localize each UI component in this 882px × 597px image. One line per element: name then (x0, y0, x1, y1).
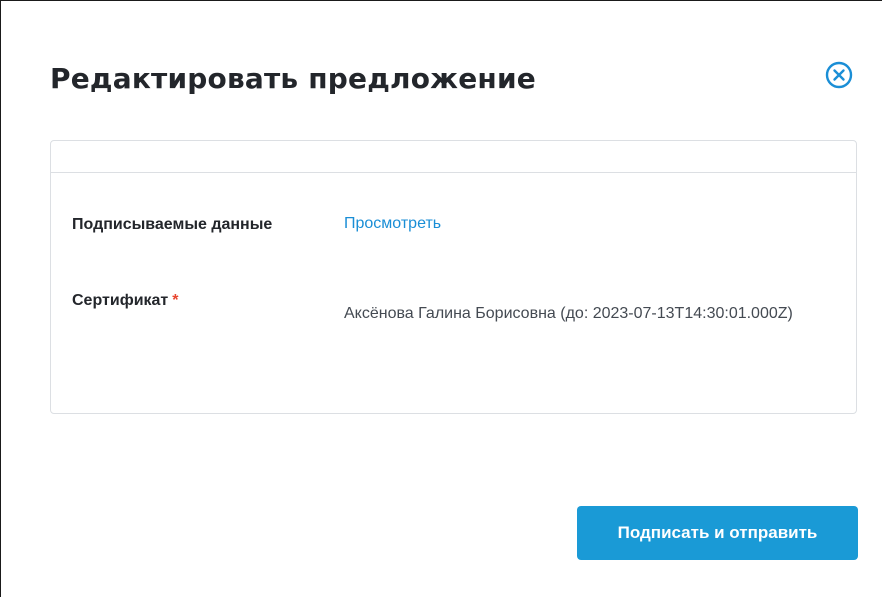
close-button[interactable] (823, 59, 855, 91)
edit-offer-modal: Редактировать предложение Подписываемые … (0, 0, 882, 597)
certificate-value[interactable]: Аксёнова Галина Борисовна (до: 2023-07-1… (344, 301, 814, 327)
view-signed-data-link[interactable]: Просмотреть (344, 211, 441, 237)
close-circle-icon (823, 59, 855, 91)
modal-title: Редактировать предложение (50, 62, 536, 95)
certificate-label: Сертификат * (72, 288, 179, 314)
signed-data-label: Подписываемые данные (72, 216, 273, 233)
signing-card: Подписываемые данные Просмотреть Сертифи… (50, 140, 857, 414)
required-star: * (172, 292, 179, 309)
card-header (51, 141, 856, 173)
sign-and-send-button[interactable]: Подписать и отправить (577, 506, 858, 560)
certificate-label-text: Сертификат (72, 292, 169, 309)
